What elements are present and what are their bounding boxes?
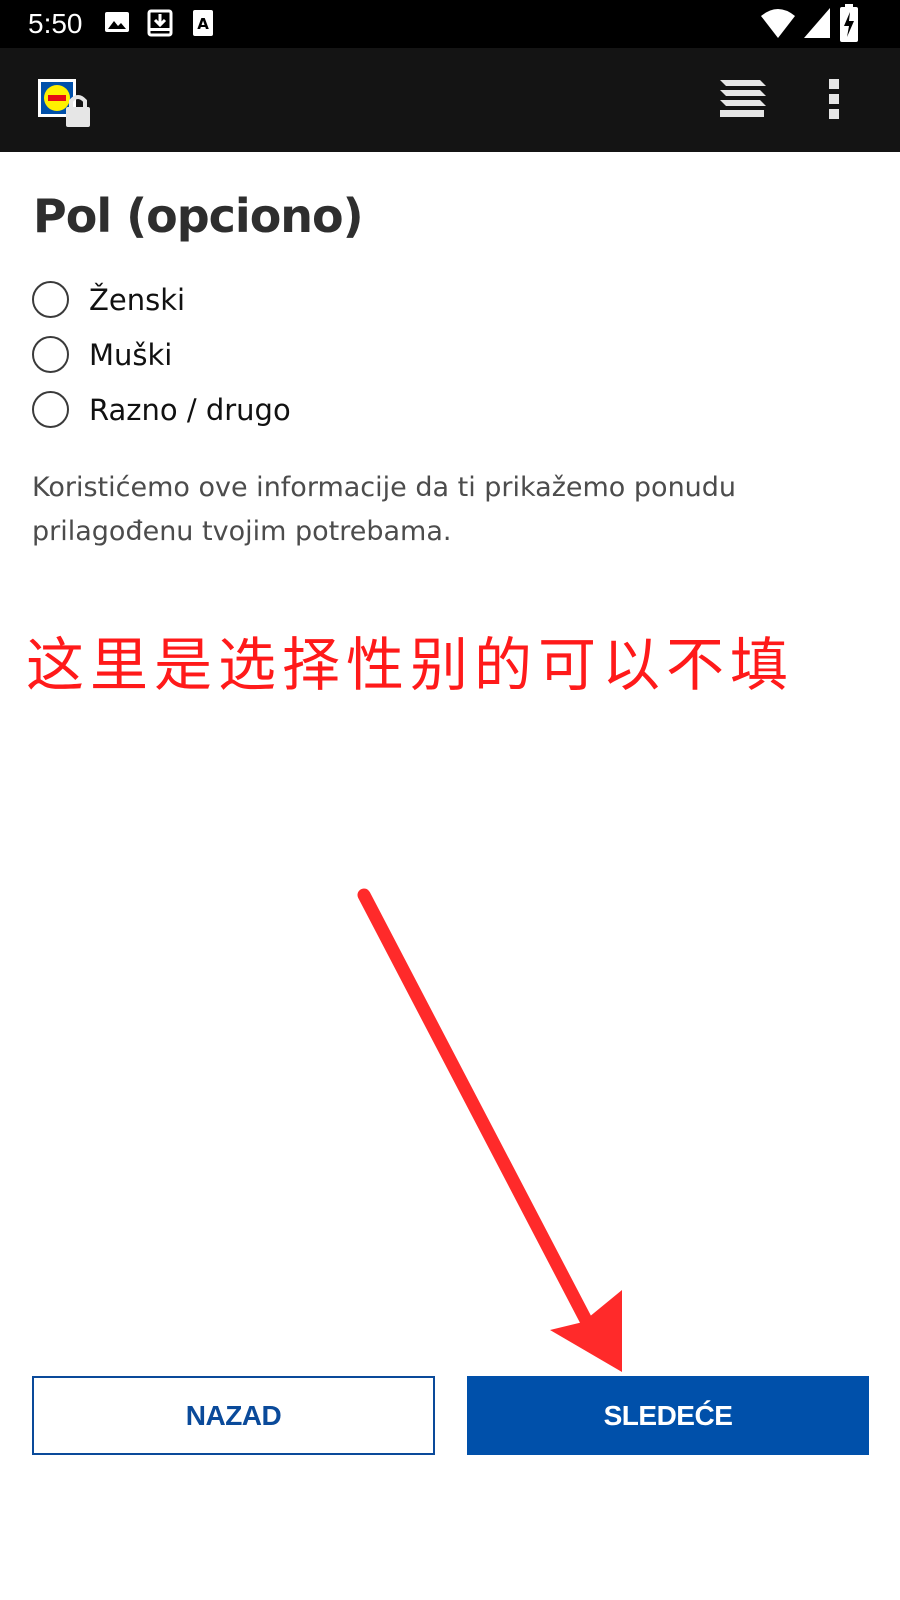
app-toolbar (0, 48, 900, 152)
battery-charging-icon (840, 4, 858, 42)
text-a-icon: A (193, 10, 213, 36)
radio-button[interactable] (32, 391, 69, 428)
radio-label: Ženski (89, 283, 186, 317)
svg-text:A: A (197, 15, 209, 33)
radio-button[interactable] (32, 336, 69, 373)
more-vert-icon[interactable] (826, 78, 842, 120)
annotation-text: 这里是选择性别的可以不填 (26, 631, 795, 699)
status-bar: 5:50 A (0, 0, 900, 48)
lidl-logo-lock-icon[interactable] (38, 79, 92, 129)
radio-label: Muški (89, 338, 173, 372)
stack-layers-icon[interactable] (718, 78, 768, 120)
signal-icon (804, 8, 830, 38)
radio-button[interactable] (32, 281, 69, 318)
wifi-icon (761, 9, 795, 38)
info-description: Koristićemo ove informacije da ti prikaž… (32, 472, 737, 547)
image-icon (105, 12, 129, 32)
radio-option-female[interactable]: Ženski (32, 279, 432, 323)
download-icon (147, 9, 173, 37)
radio-option-other[interactable]: Razno / drugo (32, 389, 432, 433)
next-button[interactable]: SLEDEĆE (467, 1376, 869, 1455)
radio-option-male[interactable]: Muški (32, 334, 432, 378)
back-button[interactable]: NAZAD (32, 1376, 435, 1455)
page-title: Pol (opciono) (33, 189, 364, 243)
radio-label: Razno / drugo (89, 393, 291, 427)
status-time: 5:50 (28, 8, 83, 39)
